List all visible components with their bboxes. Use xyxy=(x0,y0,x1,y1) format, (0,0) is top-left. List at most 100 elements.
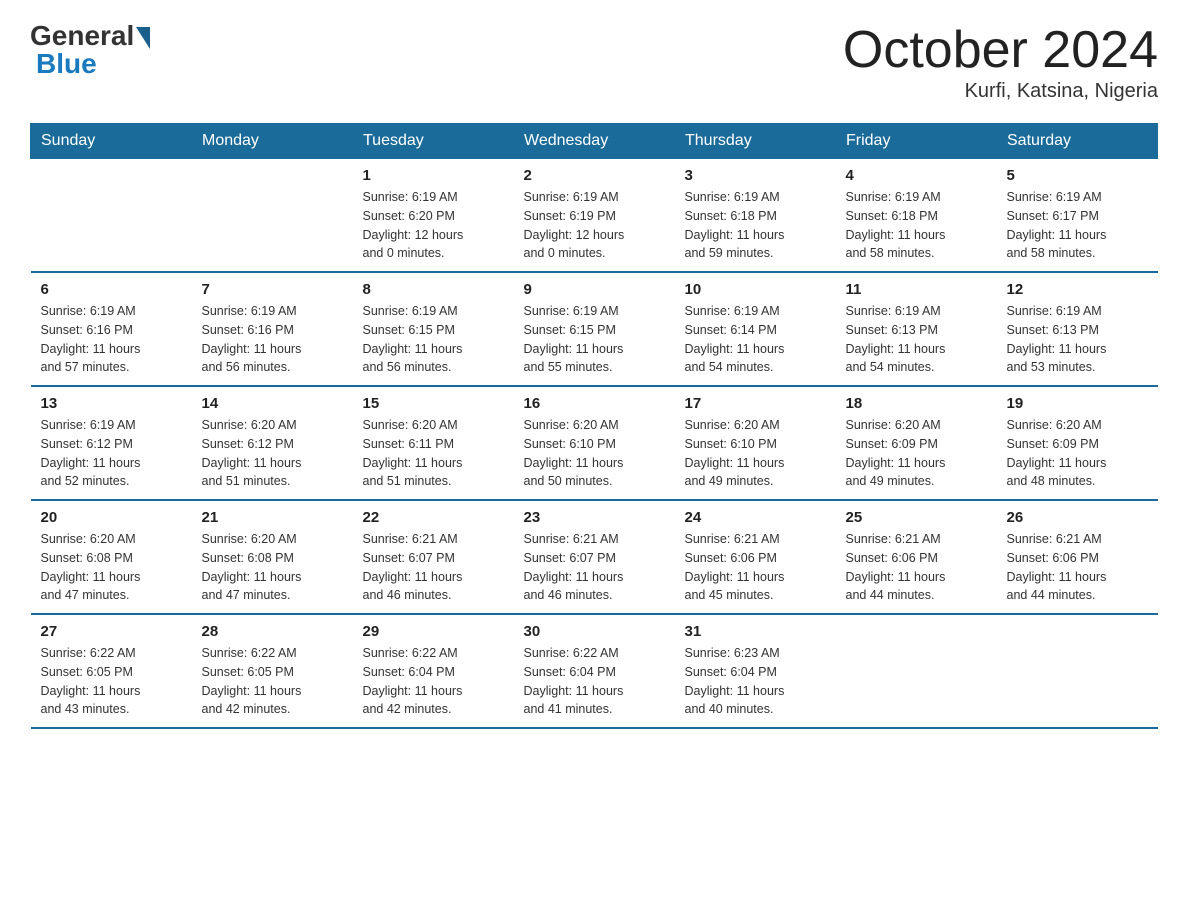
calendar-cell-w5-d5: 31Sunrise: 6:23 AM Sunset: 6:04 PM Dayli… xyxy=(675,614,836,728)
day-info-2: Sunrise: 6:19 AM Sunset: 6:19 PM Dayligh… xyxy=(524,188,665,263)
calendar-cell-w1-d1 xyxy=(31,159,192,273)
week-row-1: 1 Sunrise: 6:19 AM Sunset: 6:20 PM Daylig… xyxy=(31,159,1158,273)
calendar-cell-w4-d3: 22Sunrise: 6:21 AM Sunset: 6:07 PM Dayli… xyxy=(353,500,514,614)
calendar-cell-w5-d6 xyxy=(836,614,997,728)
header-sunday: Sunday xyxy=(31,124,192,159)
title-section: October 2024 Kurfi, Katsina, Nigeria xyxy=(843,20,1158,103)
day-info-18: Sunrise: 6:20 AM Sunset: 6:09 PM Dayligh… xyxy=(846,416,987,491)
calendar-cell-w4-d2: 21 Sunrise: 6:20 AM Sunset: 6:08 PM Dayli… xyxy=(192,500,353,614)
day-info-31: Sunrise: 6:23 AM Sunset: 6:04 PM Dayligh… xyxy=(685,644,826,719)
day-info-24: Sunrise: 6:21 AM Sunset: 6:06 PM Dayligh… xyxy=(685,530,826,605)
day-number-26: 26 xyxy=(1007,509,1148,526)
header-wednesday: Wednesday xyxy=(514,124,675,159)
page-header: General Blue October 2024 Kurfi, Katsina… xyxy=(30,20,1158,103)
day-number-23: 23 xyxy=(524,509,665,526)
calendar-cell-w2-d6: 11Sunrise: 6:19 AM Sunset: 6:13 PM Dayli… xyxy=(836,272,997,386)
day-info-23: Sunrise: 6:21 AM Sunset: 6:07 PM Dayligh… xyxy=(524,530,665,605)
header-monday: Monday xyxy=(192,124,353,159)
day-info-15: Sunrise: 6:20 AM Sunset: 6:11 PM Dayligh… xyxy=(363,416,504,491)
day-info-25: Sunrise: 6:21 AM Sunset: 6:06 PM Dayligh… xyxy=(846,530,987,605)
day-number-30: 30 xyxy=(524,623,665,640)
calendar-cell-w5-d1: 27 Sunrise: 6:22 AM Sunset: 6:05 PM Dayli… xyxy=(31,614,192,728)
calendar-cell-w5-d2: 28Sunrise: 6:22 AM Sunset: 6:05 PM Dayli… xyxy=(192,614,353,728)
calendar-cell-w4-d5: 24 Sunrise: 6:21 AM Sunset: 6:06 PM Dayli… xyxy=(675,500,836,614)
calendar-cell-w3-d1: 13Sunrise: 6:19 AM Sunset: 6:12 PM Dayli… xyxy=(31,386,192,500)
day-info-14: Sunrise: 6:20 AM Sunset: 6:12 PM Dayligh… xyxy=(202,416,343,491)
day-number-18: 18 xyxy=(846,395,987,412)
calendar-cell-w4-d1: 20 Sunrise: 6:20 AM Sunset: 6:08 PM Dayli… xyxy=(31,500,192,614)
calendar-cell-w2-d5: 10Sunrise: 6:19 AM Sunset: 6:14 PM Dayli… xyxy=(675,272,836,386)
day-info-12: Sunrise: 6:19 AM Sunset: 6:13 PM Dayligh… xyxy=(1007,302,1148,377)
day-number-3: 3 xyxy=(685,167,826,184)
calendar-cell-w3-d6: 18 Sunrise: 6:20 AM Sunset: 6:09 PM Dayli… xyxy=(836,386,997,500)
day-number-8: 8 xyxy=(363,281,504,298)
day-number-27: 27 xyxy=(41,623,182,640)
calendar-cell-w5-d7 xyxy=(997,614,1158,728)
calendar-cell-w1-d5: 3 Sunrise: 6:19 AM Sunset: 6:18 PM Daylig… xyxy=(675,159,836,273)
day-info-27: Sunrise: 6:22 AM Sunset: 6:05 PM Dayligh… xyxy=(41,644,182,719)
week-row-2: 6 Sunrise: 6:19 AM Sunset: 6:16 PM Daylig… xyxy=(31,272,1158,386)
day-info-17: Sunrise: 6:20 AM Sunset: 6:10 PM Dayligh… xyxy=(685,416,826,491)
header-row: Sunday Monday Tuesday Wednesday Thursday… xyxy=(31,124,1158,159)
calendar-cell-w1-d4: 2 Sunrise: 6:19 AM Sunset: 6:19 PM Daylig… xyxy=(514,159,675,273)
logo-blue: Blue xyxy=(36,48,97,80)
day-info-5: Sunrise: 6:19 AM Sunset: 6:17 PM Dayligh… xyxy=(1007,188,1148,263)
calendar-cell-w1-d2 xyxy=(192,159,353,273)
day-info-19: Sunrise: 6:20 AM Sunset: 6:09 PM Dayligh… xyxy=(1007,416,1148,491)
calendar-table: Sunday Monday Tuesday Wednesday Thursday… xyxy=(30,123,1158,729)
day-info-28: Sunrise: 6:22 AM Sunset: 6:05 PM Dayligh… xyxy=(202,644,343,719)
calendar-cell-w1-d6: 4Sunrise: 6:19 AM Sunset: 6:18 PM Daylig… xyxy=(836,159,997,273)
day-number-6: 6 xyxy=(41,281,182,298)
header-saturday: Saturday xyxy=(997,124,1158,159)
day-number-29: 29 xyxy=(363,623,504,640)
day-number-15: 15 xyxy=(363,395,504,412)
day-number-19: 19 xyxy=(1007,395,1148,412)
calendar-cell-w3-d4: 16 Sunrise: 6:20 AM Sunset: 6:10 PM Dayli… xyxy=(514,386,675,500)
day-number-24: 24 xyxy=(685,509,826,526)
day-number-22: 22 xyxy=(363,509,504,526)
calendar-cell-w2-d1: 6 Sunrise: 6:19 AM Sunset: 6:16 PM Daylig… xyxy=(31,272,192,386)
day-number-25: 25 xyxy=(846,509,987,526)
calendar-cell-w2-d3: 8 Sunrise: 6:19 AM Sunset: 6:15 PM Daylig… xyxy=(353,272,514,386)
day-info-16: Sunrise: 6:20 AM Sunset: 6:10 PM Dayligh… xyxy=(524,416,665,491)
day-info-6: Sunrise: 6:19 AM Sunset: 6:16 PM Dayligh… xyxy=(41,302,182,377)
day-info-30: Sunrise: 6:22 AM Sunset: 6:04 PM Dayligh… xyxy=(524,644,665,719)
day-number-21: 21 xyxy=(202,509,343,526)
calendar-cell-w5-d3: 29Sunrise: 6:22 AM Sunset: 6:04 PM Dayli… xyxy=(353,614,514,728)
calendar-cell-w5-d4: 30 Sunrise: 6:22 AM Sunset: 6:04 PM Dayli… xyxy=(514,614,675,728)
header-thursday: Thursday xyxy=(675,124,836,159)
logo: General Blue xyxy=(30,20,150,80)
day-info-10: Sunrise: 6:19 AM Sunset: 6:14 PM Dayligh… xyxy=(685,302,826,377)
day-number-20: 20 xyxy=(41,509,182,526)
calendar-cell-w1-d7: 5Sunrise: 6:19 AM Sunset: 6:17 PM Daylig… xyxy=(997,159,1158,273)
calendar-cell-w4-d6: 25 Sunrise: 6:21 AM Sunset: 6:06 PM Dayli… xyxy=(836,500,997,614)
day-number-16: 16 xyxy=(524,395,665,412)
day-info-3: Sunrise: 6:19 AM Sunset: 6:18 PM Dayligh… xyxy=(685,188,826,263)
calendar-cell-w2-d7: 12 Sunrise: 6:19 AM Sunset: 6:13 PM Dayli… xyxy=(997,272,1158,386)
day-info-8: Sunrise: 6:19 AM Sunset: 6:15 PM Dayligh… xyxy=(363,302,504,377)
day-number-1: 1 xyxy=(363,167,504,184)
logo-arrow-icon xyxy=(136,27,150,49)
day-number-17: 17 xyxy=(685,395,826,412)
day-info-7: Sunrise: 6:19 AM Sunset: 6:16 PM Dayligh… xyxy=(202,302,343,377)
week-row-5: 27 Sunrise: 6:22 AM Sunset: 6:05 PM Dayli… xyxy=(31,614,1158,728)
day-info-13: Sunrise: 6:19 AM Sunset: 6:12 PM Dayligh… xyxy=(41,416,182,491)
day-info-26: Sunrise: 6:21 AM Sunset: 6:06 PM Dayligh… xyxy=(1007,530,1148,605)
day-number-14: 14 xyxy=(202,395,343,412)
day-number-9: 9 xyxy=(524,281,665,298)
day-number-2: 2 xyxy=(524,167,665,184)
day-number-12: 12 xyxy=(1007,281,1148,298)
day-info-20: Sunrise: 6:20 AM Sunset: 6:08 PM Dayligh… xyxy=(41,530,182,605)
calendar-cell-w3-d5: 17 Sunrise: 6:20 AM Sunset: 6:10 PM Dayli… xyxy=(675,386,836,500)
day-info-21: Sunrise: 6:20 AM Sunset: 6:08 PM Dayligh… xyxy=(202,530,343,605)
day-info-1: Sunrise: 6:19 AM Sunset: 6:20 PM Dayligh… xyxy=(363,188,504,263)
calendar-cell-w1-d3: 1 Sunrise: 6:19 AM Sunset: 6:20 PM Daylig… xyxy=(353,159,514,273)
calendar-cell-w4-d4: 23 Sunrise: 6:21 AM Sunset: 6:07 PM Dayli… xyxy=(514,500,675,614)
calendar-cell-w3-d7: 19 Sunrise: 6:20 AM Sunset: 6:09 PM Dayli… xyxy=(997,386,1158,500)
day-info-11: Sunrise: 6:19 AM Sunset: 6:13 PM Dayligh… xyxy=(846,302,987,377)
calendar-body: 1 Sunrise: 6:19 AM Sunset: 6:20 PM Daylig… xyxy=(31,159,1158,729)
day-number-7: 7 xyxy=(202,281,343,298)
calendar-header: Sunday Monday Tuesday Wednesday Thursday… xyxy=(31,124,1158,159)
day-info-9: Sunrise: 6:19 AM Sunset: 6:15 PM Dayligh… xyxy=(524,302,665,377)
location: Kurfi, Katsina, Nigeria xyxy=(843,80,1158,103)
